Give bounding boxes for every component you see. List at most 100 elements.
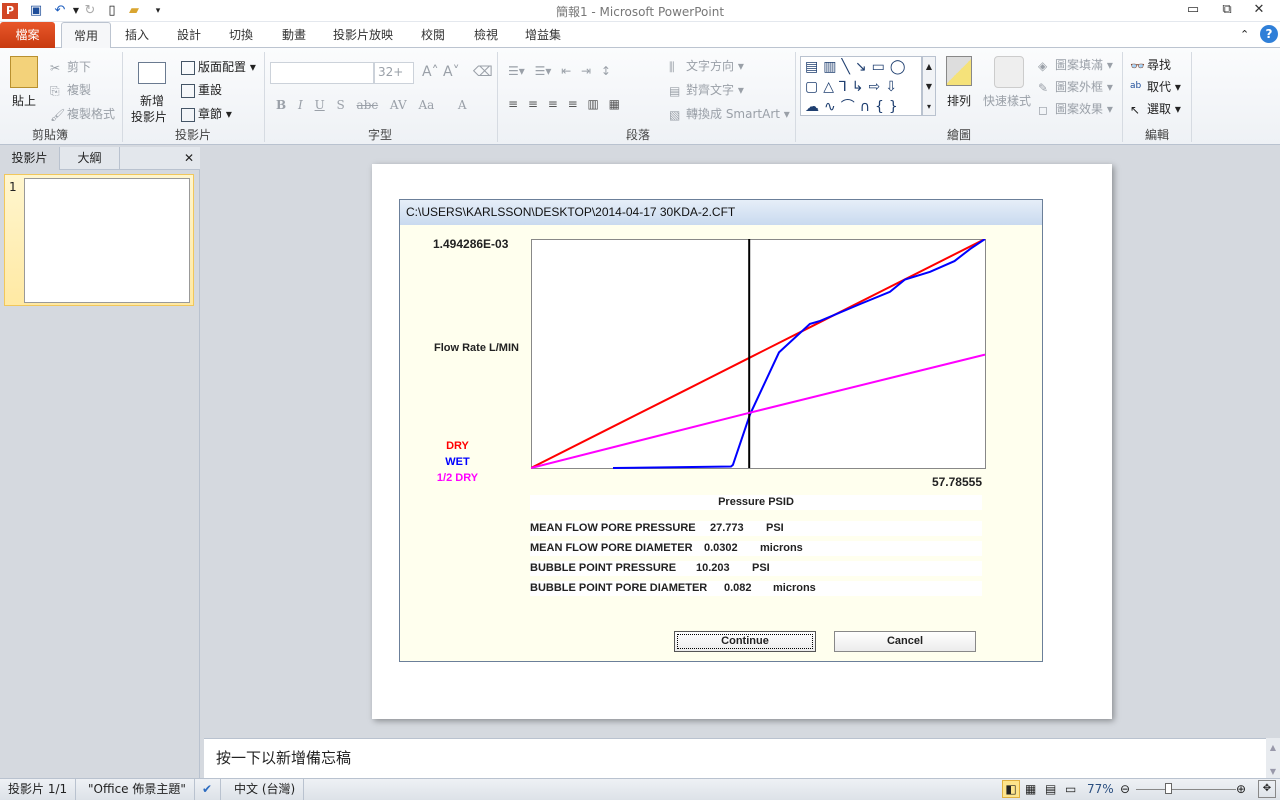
smartart-icon: ▧ [669, 107, 681, 122]
shape-outline-button[interactable]: ✎ 圖案外框 ▾ [1038, 78, 1113, 95]
section-button[interactable]: 章節 ▾ [181, 105, 232, 122]
stat-row: MEAN FLOW PORE PRESSURE 27.773 PSI [530, 521, 982, 536]
close-pane-icon[interactable]: ✕ [180, 147, 198, 170]
convert-smartart-button[interactable]: ▧ 轉換成 SmartArt ▾ [669, 105, 790, 122]
font-format-buttons[interactable]: B I U S abc AV Aa A [276, 98, 467, 112]
new-slide-dropdown[interactable]: 投影片 [131, 108, 167, 125]
stat-value: 10.203 [696, 562, 730, 574]
flow-pressure-chart [531, 239, 986, 469]
zoom-slider-thumb[interactable] [1165, 783, 1173, 794]
shape-effects-button[interactable]: ◻ 圖案效果 ▾ [1038, 100, 1113, 117]
tab-outline[interactable]: 大綱 [60, 147, 120, 170]
spellcheck-icon[interactable]: ✔ [194, 779, 222, 800]
status-bar: 投影片 1/1 "Office 佈景主題" ✔ 中文 (台灣) ◧ ▦ ▤ ▭ … [0, 778, 1280, 800]
shapes-gallery[interactable]: ▤▥╲↘▭◯ ▢△⅂↳⇨⇩ ☁∿⌒∩{} [800, 56, 922, 116]
tab-animations[interactable]: 動畫 [272, 22, 316, 48]
new-slide-icon[interactable] [138, 62, 166, 84]
align-buttons[interactable]: ≡ ≡ ≡ ≡ ▥ ▦ [508, 97, 620, 111]
language-indicator[interactable]: 中文 (台灣) [226, 779, 305, 800]
notes-scrollbar[interactable]: ▲ ▼ [1266, 738, 1280, 778]
tab-design[interactable]: 設計 [167, 22, 211, 48]
paste-icon[interactable] [10, 56, 38, 88]
text-direction-button[interactable]: ⫼ 文字方向 ▾ [669, 57, 744, 74]
text-direction-icon: ⫼ [669, 59, 675, 74]
shape-fill-button[interactable]: ◈ 圖案填滿 ▾ [1038, 56, 1113, 73]
cut-button[interactable]: ✂ 剪下 [50, 58, 91, 75]
y-max-label: 1.494286E-03 [433, 237, 509, 251]
arrange-button[interactable]: 排列 [947, 92, 971, 109]
fit-to-window-icon[interactable]: ✥ [1258, 780, 1276, 798]
replace-button[interactable]: ab 取代 ▾ [1130, 78, 1181, 95]
slide-thumbnail[interactable] [24, 178, 190, 303]
tab-review[interactable]: 校閱 [411, 22, 455, 48]
cancel-button[interactable]: Cancel [834, 631, 976, 652]
notes-pane[interactable]: 按一下以新增備忘稿 [204, 738, 1266, 778]
y-axis-label: Flow Rate L/MIN [434, 342, 519, 354]
stat-label: MEAN FLOW PORE DIAMETER [530, 542, 693, 554]
paste-button[interactable]: 貼上 [12, 92, 36, 109]
slide-sorter-icon[interactable]: ▦ [1025, 779, 1036, 799]
slideshow-icon[interactable]: ▭ [1065, 779, 1076, 799]
pore-test-dialog: C:\USERS\KARLSSON\DESKTOP\2014-04-17 30K… [399, 199, 1043, 662]
slides-group-label: 投影片 [174, 128, 211, 142]
stat-value: 27.773 [710, 522, 744, 534]
zoom-slider[interactable] [1136, 789, 1236, 790]
font-name-combo[interactable] [270, 62, 374, 84]
find-button[interactable]: 👓 尋找 [1130, 56, 1171, 73]
separator [1191, 52, 1192, 142]
close-button[interactable]: ✕ [1244, 2, 1274, 20]
theme-name[interactable]: "Office 佈景主題" [80, 779, 195, 800]
binoculars-icon: 👓 [1130, 58, 1145, 73]
effects-icon: ◻ [1038, 102, 1048, 117]
quick-styles-icon [994, 56, 1024, 88]
legend-half-dry: 1/2 DRY [436, 472, 479, 484]
x-max-label: 57.78555 [931, 475, 982, 489]
tab-view[interactable]: 檢視 [464, 22, 508, 48]
zoom-level[interactable]: 77% [1087, 779, 1114, 799]
list-buttons[interactable]: ☰▾ ☰▾ ⇤ ⇥ ↕ [508, 64, 611, 78]
minimize-ribbon-icon[interactable]: ⌃ [1240, 28, 1249, 41]
copy-icon: ⎘ [50, 83, 60, 98]
title-bar: P ▣ ↶ ▼ ↻ ▯ ▰ ▾ 簡報1 - Microsoft PowerPoi… [0, 0, 1280, 22]
continue-button[interactable]: Continue [674, 631, 816, 652]
copy-button[interactable]: ⎘ 複製 [50, 81, 91, 98]
editing-group-label: 編輯 [1144, 128, 1169, 142]
paint-bucket-icon: ◈ [1038, 58, 1048, 73]
tab-transitions[interactable]: 切換 [219, 22, 263, 48]
paragraph-group-label: 段落 [625, 128, 650, 142]
pane-tabs: 投影片 大綱 ✕ [0, 147, 200, 170]
format-painter-button[interactable]: 🖌 複製格式 [50, 105, 115, 122]
replace-icon: ab [1130, 80, 1142, 91]
reset-button[interactable]: 重設 [181, 81, 222, 98]
minimize-button[interactable]: ▭ [1178, 2, 1208, 20]
zoom-in-button[interactable]: ⊕ [1236, 779, 1246, 799]
align-text-button[interactable]: ▤ 對齊文字 ▾ [669, 81, 744, 98]
legend-wet: WET [445, 456, 470, 468]
help-icon[interactable]: ? [1260, 25, 1278, 43]
font-size-combo[interactable]: 32+ [374, 62, 414, 84]
quick-styles-button[interactable]: 快速樣式 [983, 92, 1031, 109]
window-title: 簡報1 - Microsoft PowerPoint [555, 5, 725, 19]
tab-slideshow[interactable]: 投影片放映 [323, 22, 403, 48]
new-slide-button[interactable]: 新增 [140, 92, 164, 109]
tab-addins[interactable]: 增益集 [515, 22, 571, 48]
gallery-scroll[interactable]: ▲ ▼ ▾ [922, 56, 936, 116]
pen-icon: ✎ [1038, 80, 1049, 95]
font-grow-shrink-icons[interactable]: A˄ A˅ ⌫ [422, 64, 493, 80]
tab-file[interactable]: 檔案 [0, 22, 55, 48]
restore-button[interactable]: ⧉ [1212, 2, 1242, 20]
stat-unit: PSI [752, 562, 770, 574]
tab-insert[interactable]: 插入 [115, 22, 159, 48]
align-text-icon: ▤ [669, 83, 681, 98]
stat-label: BUBBLE POINT PRESSURE [530, 562, 677, 574]
x-axis-label: Pressure PSID [530, 495, 982, 510]
stat-label: BUBBLE POINT PORE DIAMETER [530, 582, 708, 594]
zoom-out-button[interactable]: ⊖ [1120, 779, 1130, 799]
scissors-icon: ✂ [50, 60, 61, 75]
tab-slides[interactable]: 投影片 [0, 147, 60, 170]
layout-button[interactable]: 版面配置 ▾ [181, 58, 256, 75]
reading-view-icon[interactable]: ▤ [1045, 779, 1056, 799]
tab-home[interactable]: 常用 [61, 22, 111, 49]
select-button[interactable]: ↖ 選取 ▾ [1130, 100, 1181, 117]
normal-view-icon[interactable]: ◧ [1002, 780, 1020, 798]
